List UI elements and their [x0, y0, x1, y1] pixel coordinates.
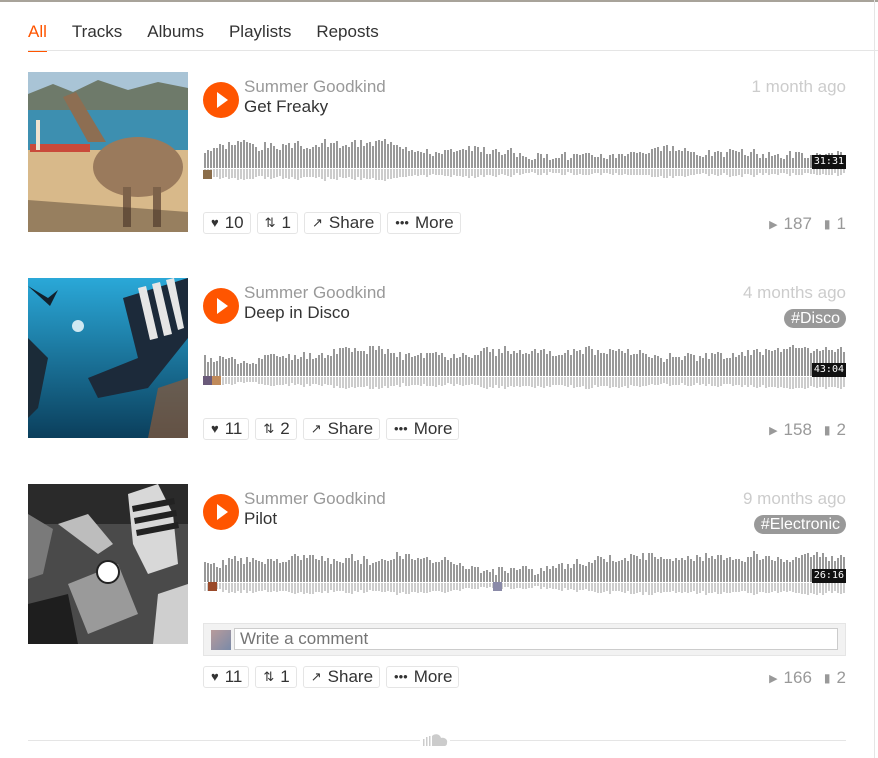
play-button[interactable]	[203, 82, 239, 118]
scrollbar-track	[874, 0, 875, 758]
waveform[interactable]: 31:31	[203, 126, 846, 188]
track-duration: 31:31	[811, 155, 846, 169]
repost-button[interactable]: ⇅ 1	[255, 666, 297, 688]
play-count-icon: ▶	[769, 672, 778, 685]
repost-icon: ⇅	[264, 215, 276, 230]
like-count: 11	[224, 419, 243, 438]
track-duration: 43:04	[811, 363, 846, 377]
track-title[interactable]: Deep in Disco	[244, 303, 350, 323]
tabs-divider	[28, 50, 878, 51]
play-button[interactable]	[203, 494, 239, 530]
more-icon: •••	[394, 421, 408, 436]
track-artwork[interactable]	[28, 72, 188, 232]
comment-input[interactable]	[234, 628, 838, 650]
comment-count[interactable]: 1	[837, 214, 846, 234]
profile-tabs: All Tracks Albums Playlists Reposts	[28, 22, 404, 52]
repost-count: 1	[280, 667, 290, 686]
track-item: Summer Goodkind Deep in Disco 4 months a…	[28, 278, 846, 468]
track-actions: ♥ 11 ⇅ 2 ↗ Share ••• More	[203, 418, 465, 440]
comment-avatar[interactable]	[212, 376, 221, 385]
posted-time: 9 months ago	[742, 489, 846, 508]
comment-form	[203, 623, 846, 656]
share-label: Share	[328, 213, 375, 232]
like-button[interactable]: ♥ 11	[203, 418, 250, 440]
repost-button[interactable]: ⇅ 2	[255, 418, 297, 440]
more-icon: •••	[394, 669, 408, 684]
waveform[interactable]: 26:16	[204, 540, 846, 602]
play-count-icon: ▶	[769, 424, 778, 437]
more-label: More	[413, 667, 453, 686]
like-button[interactable]: ♥ 10	[203, 212, 251, 234]
tab-all[interactable]: All	[28, 22, 47, 52]
more-label: More	[413, 419, 453, 438]
tab-playlists[interactable]: Playlists	[229, 22, 291, 50]
track-title[interactable]: Get Freaky	[244, 97, 328, 117]
comment-count[interactable]: 2	[837, 420, 846, 440]
repost-icon: ⇅	[263, 669, 275, 684]
track-title[interactable]: Pilot	[244, 509, 277, 529]
soundcloud-logo-icon	[420, 732, 450, 748]
posted-time: 4 months ago	[742, 283, 846, 302]
play-count[interactable]: 158	[784, 420, 812, 440]
share-button[interactable]: ↗ Share	[302, 418, 381, 440]
more-label: More	[414, 213, 454, 232]
track-artwork[interactable]	[28, 278, 188, 438]
tab-reposts[interactable]: Reposts	[316, 22, 378, 50]
comment-icon: ▮	[823, 671, 831, 685]
repost-icon: ⇅	[263, 421, 275, 436]
like-count: 11	[224, 667, 243, 686]
posted-time: 1 month ago	[751, 77, 846, 96]
repost-button[interactable]: ⇅ 1	[256, 212, 299, 234]
track-artist[interactable]: Summer Goodkind	[244, 77, 386, 97]
track-actions: ♥ 10 ⇅ 1 ↗ Share ••• More	[203, 212, 467, 234]
more-button[interactable]: ••• More	[386, 666, 460, 688]
heart-icon: ♥	[211, 215, 219, 230]
like-button[interactable]: ♥ 11	[203, 666, 250, 688]
user-avatar	[211, 630, 231, 650]
play-button[interactable]	[203, 288, 239, 324]
track-artwork[interactable]	[28, 484, 188, 644]
share-button[interactable]: ↗ Share	[304, 212, 382, 234]
track-actions: ♥ 11 ⇅ 1 ↗ Share ••• More	[203, 666, 465, 688]
track-item: Summer Goodkind Pilot 9 months ago #Elec…	[28, 484, 846, 714]
play-count-icon: ▶	[769, 218, 778, 231]
comment-avatar[interactable]	[208, 582, 217, 591]
share-label: Share	[327, 667, 374, 686]
tab-albums[interactable]: Albums	[147, 22, 204, 50]
tab-tracks[interactable]: Tracks	[72, 22, 122, 50]
heart-icon: ♥	[211, 421, 219, 436]
comment-avatar[interactable]	[203, 170, 212, 179]
repost-count: 2	[280, 419, 290, 438]
comment-avatar[interactable]	[493, 582, 502, 591]
share-icon: ↗	[312, 215, 323, 230]
track-item: Summer Goodkind Get Freaky 1 month ago 3…	[28, 72, 846, 262]
genre-tag[interactable]: #Disco	[784, 309, 846, 328]
like-count: 10	[224, 213, 244, 232]
track-artist[interactable]: Summer Goodkind	[244, 489, 386, 509]
repost-count: 1	[281, 213, 292, 232]
track-artist[interactable]: Summer Goodkind	[244, 283, 386, 303]
comment-icon: ▮	[823, 217, 831, 231]
top-border	[0, 0, 878, 2]
track-stats: ▶ 187 ▮ 1	[769, 214, 846, 234]
waveform[interactable]: 43:04	[203, 334, 846, 396]
share-icon: ↗	[310, 669, 322, 684]
comment-icon: ▮	[823, 423, 831, 437]
more-icon: •••	[395, 215, 409, 230]
more-button[interactable]: ••• More	[386, 418, 460, 440]
heart-icon: ♥	[211, 669, 219, 684]
track-duration: 26:16	[811, 569, 846, 583]
track-stats: ▶ 158 ▮ 2	[769, 420, 846, 440]
share-icon: ↗	[310, 421, 322, 436]
comment-count[interactable]: 2	[837, 668, 846, 688]
share-button[interactable]: ↗ Share	[302, 666, 381, 688]
genre-tag[interactable]: #Electronic	[753, 515, 846, 534]
share-label: Share	[327, 419, 374, 438]
play-count[interactable]: 166	[784, 668, 812, 688]
track-stats: ▶ 166 ▮ 2	[769, 668, 846, 688]
play-count[interactable]: 187	[784, 214, 812, 234]
comment-avatar[interactable]	[203, 376, 212, 385]
more-button[interactable]: ••• More	[387, 212, 461, 234]
